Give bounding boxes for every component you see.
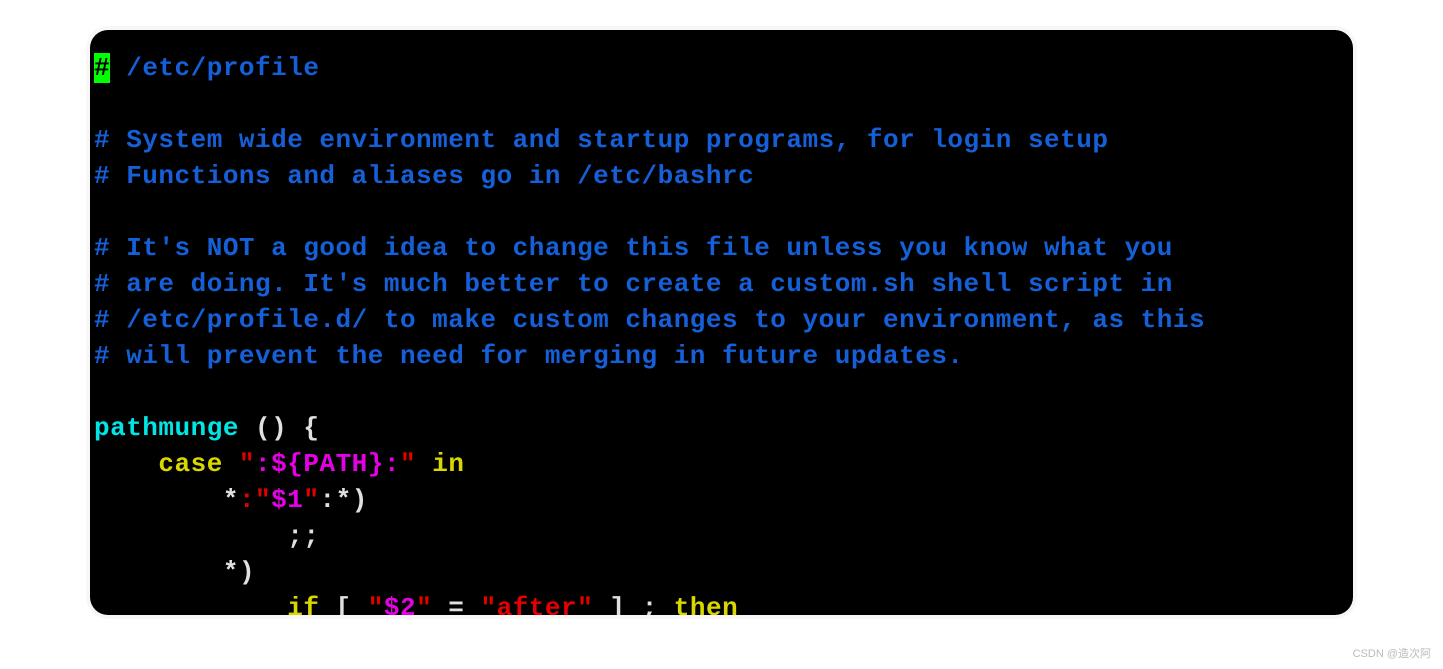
code-line-fn: pathmunge () { (94, 410, 1353, 446)
code-line-1: # /etc/profile (94, 50, 1353, 86)
blank-line (94, 86, 1353, 122)
blank-line (94, 194, 1353, 230)
terminal-window[interactable]: # /etc/profile # System wide environment… (90, 30, 1353, 615)
code-line-comment: # Functions and aliases go in /etc/bashr… (94, 158, 1353, 194)
watermark-text: CSDN @造次阿 (1353, 645, 1431, 661)
code-line-comment: # It's NOT a good idea to change this fi… (94, 230, 1353, 266)
code-line-pattern: *:"$1":*) (94, 482, 1353, 518)
code-line-dsemi: ;; (94, 518, 1353, 554)
code-line-comment: # /etc/profile.d/ to make custom changes… (94, 302, 1353, 338)
code-line-pattern: *) (94, 554, 1353, 590)
blank-line (94, 374, 1353, 410)
cursor: # (94, 53, 110, 83)
code-line-case: case ":${PATH}:" in (94, 446, 1353, 482)
code-line-comment: # are doing. It's much better to create … (94, 266, 1353, 302)
code-line-comment: # System wide environment and startup pr… (94, 122, 1353, 158)
code-line-if: if [ "$2" = "after" ] ; then (94, 590, 1353, 615)
code-line-comment: # will prevent the need for merging in f… (94, 338, 1353, 374)
